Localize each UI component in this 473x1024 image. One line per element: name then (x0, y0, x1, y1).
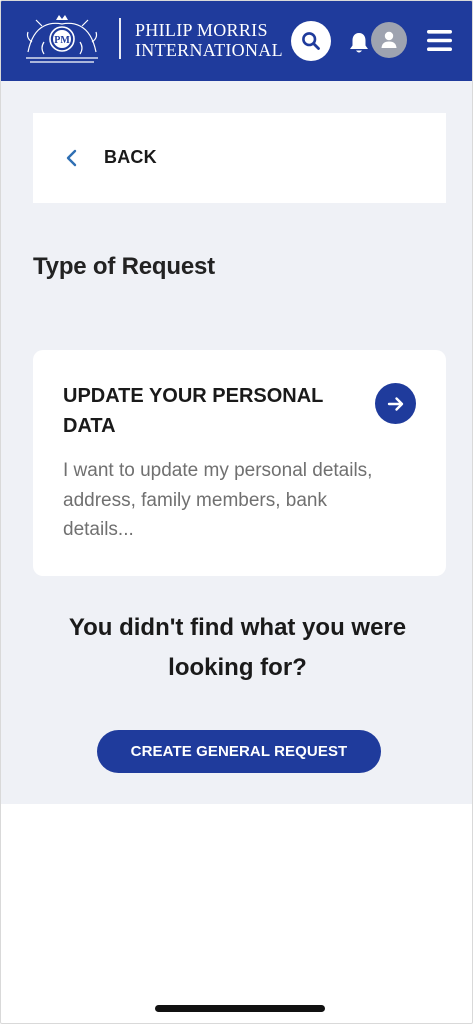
create-general-request-button[interactable]: CREATE GENERAL REQUEST (97, 730, 381, 773)
chevron-left-icon[interactable] (65, 149, 79, 167)
request-card-description: I want to update my personal details, ad… (63, 460, 373, 540)
brand-wordmark[interactable]: PHILIP MORRIS INTERNATIONAL (135, 20, 283, 60)
hamburger-menu-icon[interactable] (426, 27, 453, 54)
brand-line-2: INTERNATIONAL (135, 40, 283, 60)
crest-initials: PM (54, 35, 70, 46)
arrow-right-icon (387, 396, 403, 411)
not-found-prompt: You didn't find what you were looking fo… (68, 614, 407, 681)
search-icon (302, 32, 320, 50)
user-avatar-icon (381, 31, 397, 48)
back-button-label[interactable]: BACK (104, 147, 157, 168)
home-indicator[interactable] (155, 1005, 325, 1012)
app-frame: PM PHILIP MORRIS INTERNATIONAL BACK Type… (0, 0, 473, 1024)
page-title: Type of Request (33, 253, 215, 280)
back-card[interactable] (33, 113, 446, 203)
user-avatar[interactable] (371, 22, 407, 58)
bell-icon[interactable] (348, 31, 370, 55)
logo-divider (119, 18, 121, 59)
request-card-title: UPDATE YOUR PERSONAL DATA (63, 385, 324, 437)
top-header: PM PHILIP MORRIS INTERNATIONAL (1, 1, 472, 81)
open-request-button[interactable] (375, 383, 416, 424)
pmi-crest-logo[interactable]: PM (22, 12, 102, 66)
search-button[interactable] (291, 21, 331, 61)
brand-line-1: PHILIP MORRIS (135, 20, 268, 40)
